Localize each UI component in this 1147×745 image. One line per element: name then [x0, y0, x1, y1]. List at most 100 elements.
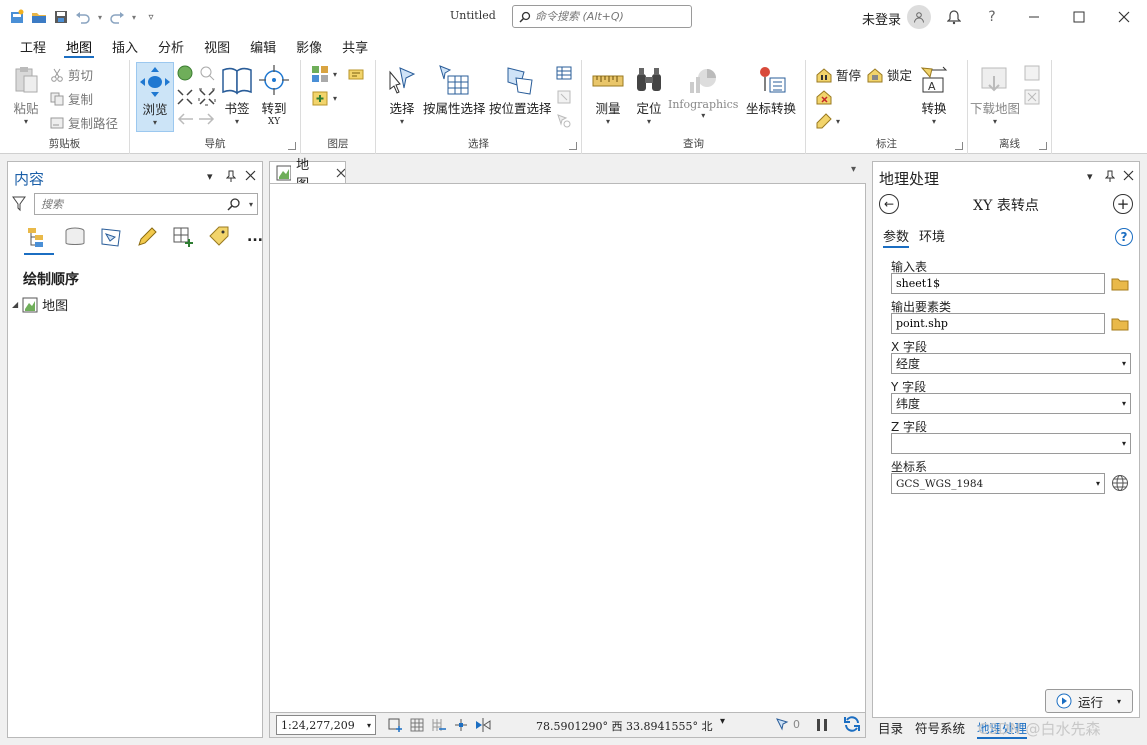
save-icon[interactable] — [52, 8, 70, 26]
list-by-editing-icon[interactable] — [134, 224, 160, 250]
close-pane-icon[interactable] — [245, 170, 256, 184]
search-options-icon[interactable]: ▾ — [249, 200, 253, 209]
close-tab-icon[interactable] — [336, 168, 345, 178]
coordinate-system-select[interactable]: GCS_WGS_1984 ▾ — [891, 473, 1105, 494]
help-icon[interactable]: ? — [1115, 228, 1133, 246]
x-field-select[interactable]: 经度 ▾ — [891, 353, 1131, 374]
contents-search-input[interactable] — [41, 197, 221, 211]
close-window-icon[interactable] — [1113, 6, 1135, 28]
labeling-launcher-icon[interactable] — [955, 142, 963, 150]
map-canvas[interactable] — [269, 183, 866, 713]
explore-button[interactable]: 浏览 ▾ — [136, 62, 174, 132]
redo-dropdown-icon[interactable]: ▾ — [130, 8, 138, 26]
next-extent-button[interactable] — [198, 112, 216, 126]
select-button[interactable]: 选择 ▾ — [386, 64, 418, 126]
pause-drawing-icon[interactable] — [814, 717, 830, 733]
list-by-selection-icon[interactable] — [98, 224, 124, 250]
command-search[interactable] — [512, 5, 692, 28]
infographics-button[interactable]: Infographics ▾ — [668, 64, 738, 120]
correction-icon[interactable] — [475, 717, 491, 733]
scale-lock-icon[interactable] — [387, 717, 403, 733]
browse-folder-icon[interactable] — [1111, 277, 1129, 291]
input-table-field[interactable] — [891, 273, 1105, 294]
select-by-attributes-button[interactable]: 按属性选择 — [423, 64, 486, 117]
bookmarks-button[interactable]: 书签 ▾ — [221, 64, 253, 126]
locate-button[interactable]: 定位 ▾ — [633, 64, 665, 126]
tab-view[interactable]: 视图 — [194, 34, 240, 60]
zoom-to-selected-button[interactable] — [556, 113, 572, 129]
remove-offline-button[interactable] — [1024, 89, 1040, 105]
undo-dropdown-icon[interactable]: ▾ — [96, 8, 104, 26]
help-button[interactable]: ? — [981, 6, 1003, 28]
grid-snap-icon[interactable] — [431, 717, 447, 733]
tab-environments[interactable]: 环境 — [919, 226, 945, 248]
search-icon[interactable] — [227, 197, 241, 211]
close-pane-icon[interactable] — [1123, 170, 1134, 184]
tab-symbology[interactable]: 符号系统 — [915, 718, 965, 738]
fixed-zoom-out-button[interactable] — [198, 88, 216, 106]
convert-labels-button[interactable]: A 转换 ▾ — [918, 64, 950, 126]
globe-icon[interactable] — [1111, 474, 1129, 492]
new-project-icon[interactable] — [8, 8, 26, 26]
selection-launcher-icon[interactable] — [569, 142, 577, 150]
lock-labels-button[interactable]: 锁定 — [867, 65, 912, 84]
maximize-icon[interactable] — [1068, 6, 1090, 28]
add-tool-icon[interactable]: + — [1113, 194, 1133, 214]
undo-icon[interactable] — [74, 8, 92, 26]
tab-share[interactable]: 共享 — [332, 34, 378, 60]
paste-button[interactable]: 粘贴 ▾ — [10, 64, 42, 126]
grid-icon[interactable] — [409, 717, 425, 733]
tab-project[interactable]: 工程 — [10, 34, 56, 60]
z-field-select[interactable]: ▾ — [891, 433, 1131, 454]
pin-icon[interactable] — [1104, 170, 1116, 185]
pause-labels-button[interactable]: 暂停 — [816, 65, 861, 84]
run-dropdown-icon[interactable]: ▾ — [1117, 697, 1121, 706]
redo-icon[interactable] — [108, 8, 126, 26]
pane-options-icon[interactable]: ▾ — [207, 170, 213, 183]
list-by-labeling-icon[interactable] — [206, 224, 232, 250]
list-by-drawing-order-icon[interactable] — [24, 224, 54, 255]
command-search-input[interactable] — [535, 10, 685, 23]
pane-options-icon[interactable]: ▾ — [1087, 170, 1093, 183]
browse-folder-icon[interactable] — [1111, 317, 1129, 331]
cut-button[interactable]: 剪切 — [50, 65, 93, 84]
add-data-button[interactable]: ▾ — [311, 89, 337, 107]
tab-analysis[interactable]: 分析 — [148, 34, 194, 60]
refresh-icon[interactable] — [843, 715, 861, 733]
selected-features-icon[interactable] — [775, 717, 791, 733]
tab-insert[interactable]: 插入 — [102, 34, 148, 60]
clear-selection-button[interactable] — [556, 89, 572, 105]
expand-arrow-icon[interactable]: ◢ — [12, 300, 18, 309]
copy-button[interactable]: 复制 — [50, 89, 93, 108]
contents-search[interactable]: ▾ — [34, 193, 258, 215]
copy-path-button[interactable]: 复制路径 — [50, 113, 118, 132]
customize-qat-icon[interactable]: ▿ — [142, 8, 160, 26]
tab-map[interactable]: 地图 — [56, 34, 102, 60]
coordinate-conversion-button[interactable]: 坐标转换 — [746, 64, 796, 117]
add-graphics-button[interactable] — [347, 65, 365, 83]
minimize-icon[interactable] — [1023, 6, 1045, 28]
download-map-button[interactable]: 下载地图 ▾ — [970, 64, 1020, 126]
more-options-button[interactable]: ... — [242, 224, 268, 250]
run-button[interactable]: 运行 ▾ — [1045, 689, 1133, 713]
tab-catalog[interactable]: 目录 — [878, 718, 903, 738]
sync-button[interactable] — [1024, 65, 1040, 81]
offline-launcher-icon[interactable] — [1039, 142, 1047, 150]
unplaced-labels-button[interactable] — [816, 89, 832, 105]
navigate-launcher-icon[interactable] — [288, 142, 296, 150]
basemap-button[interactable]: ▾ — [311, 65, 337, 83]
previous-extent-button[interactable] — [176, 112, 194, 126]
open-folder-icon[interactable] — [30, 8, 48, 26]
output-feature-class-field[interactable] — [891, 313, 1105, 334]
avatar[interactable] — [907, 5, 931, 29]
full-extent-button[interactable] — [176, 64, 194, 82]
sign-in-status[interactable]: 未登录 — [862, 9, 901, 28]
map-tree-item[interactable]: ◢ 地图 — [12, 295, 68, 314]
list-by-snapping-icon[interactable] — [170, 224, 196, 250]
filter-icon[interactable] — [12, 196, 26, 212]
list-by-data-source-icon[interactable] — [62, 224, 88, 250]
snapping-icon[interactable] — [453, 717, 469, 733]
attributes-button[interactable] — [556, 65, 572, 81]
pin-icon[interactable] — [225, 170, 237, 185]
coordinate-format-dropdown-icon[interactable]: ▾ — [720, 716, 725, 727]
